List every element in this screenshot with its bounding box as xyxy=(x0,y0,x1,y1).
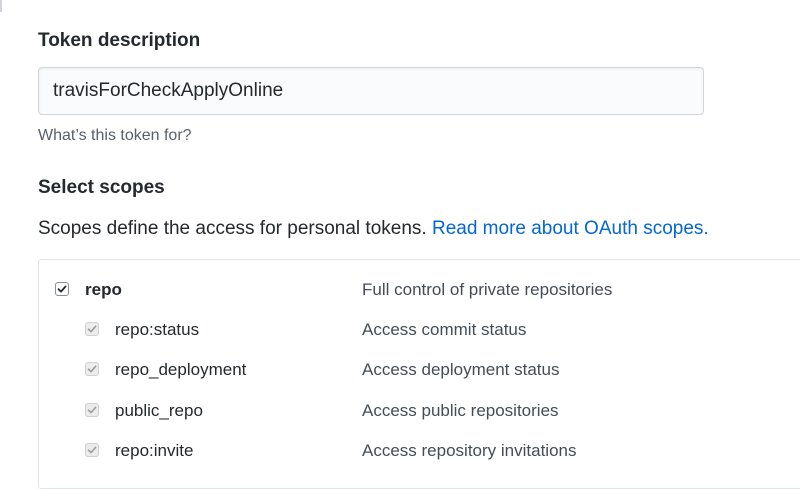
scope-name: public_repo xyxy=(115,401,203,420)
select-scopes-heading: Select scopes xyxy=(38,177,165,198)
repo-checkbox[interactable] xyxy=(55,282,69,296)
repo-invite-checkbox[interactable] xyxy=(85,443,99,457)
token-description-hint: What’s this token for? xyxy=(38,127,192,144)
scope-row-repo-deployment: repo_deployment Access deployment status xyxy=(39,358,800,382)
scope-name: repo xyxy=(85,280,122,299)
scope-row-repo-status: repo:status Access commit status xyxy=(39,318,800,342)
repo-deployment-checkbox[interactable] xyxy=(85,362,99,376)
scope-row-public-repo: public_repo Access public repositories xyxy=(39,399,800,423)
public-repo-checkbox[interactable] xyxy=(85,403,99,417)
scope-name: repo:invite xyxy=(115,441,194,460)
scope-description: Access public repositories xyxy=(362,401,559,420)
checkmark-icon xyxy=(87,406,97,414)
scope-row-repo-invite: repo:invite Access repository invitation… xyxy=(39,439,800,463)
scope-name: repo:status xyxy=(115,320,200,339)
scope-description: Access deployment status xyxy=(362,360,560,379)
scopes-intro-text: Scopes define the access for personal to… xyxy=(38,218,427,239)
scopes-intro: Scopes define the access for personal to… xyxy=(38,218,709,240)
repo-status-checkbox[interactable] xyxy=(85,322,99,336)
scope-description: Full control of private repositories xyxy=(362,280,613,299)
checkmark-icon xyxy=(87,325,97,333)
checkmark-icon xyxy=(87,446,97,454)
scope-description: Access commit status xyxy=(362,320,527,339)
left-edge-divider xyxy=(0,0,2,12)
scopes-list: repo Full control of private repositorie… xyxy=(38,259,800,489)
token-description-input[interactable] xyxy=(38,67,704,115)
scope-name: repo_deployment xyxy=(115,360,247,379)
scope-row-repo: repo Full control of private repositorie… xyxy=(39,278,800,302)
token-description-heading: Token description xyxy=(38,30,201,51)
oauth-scopes-link[interactable]: Read more about OAuth scopes. xyxy=(432,218,709,239)
checkmark-icon xyxy=(87,365,97,373)
scope-description: Access repository invitations xyxy=(362,441,577,460)
checkmark-icon xyxy=(57,285,67,293)
